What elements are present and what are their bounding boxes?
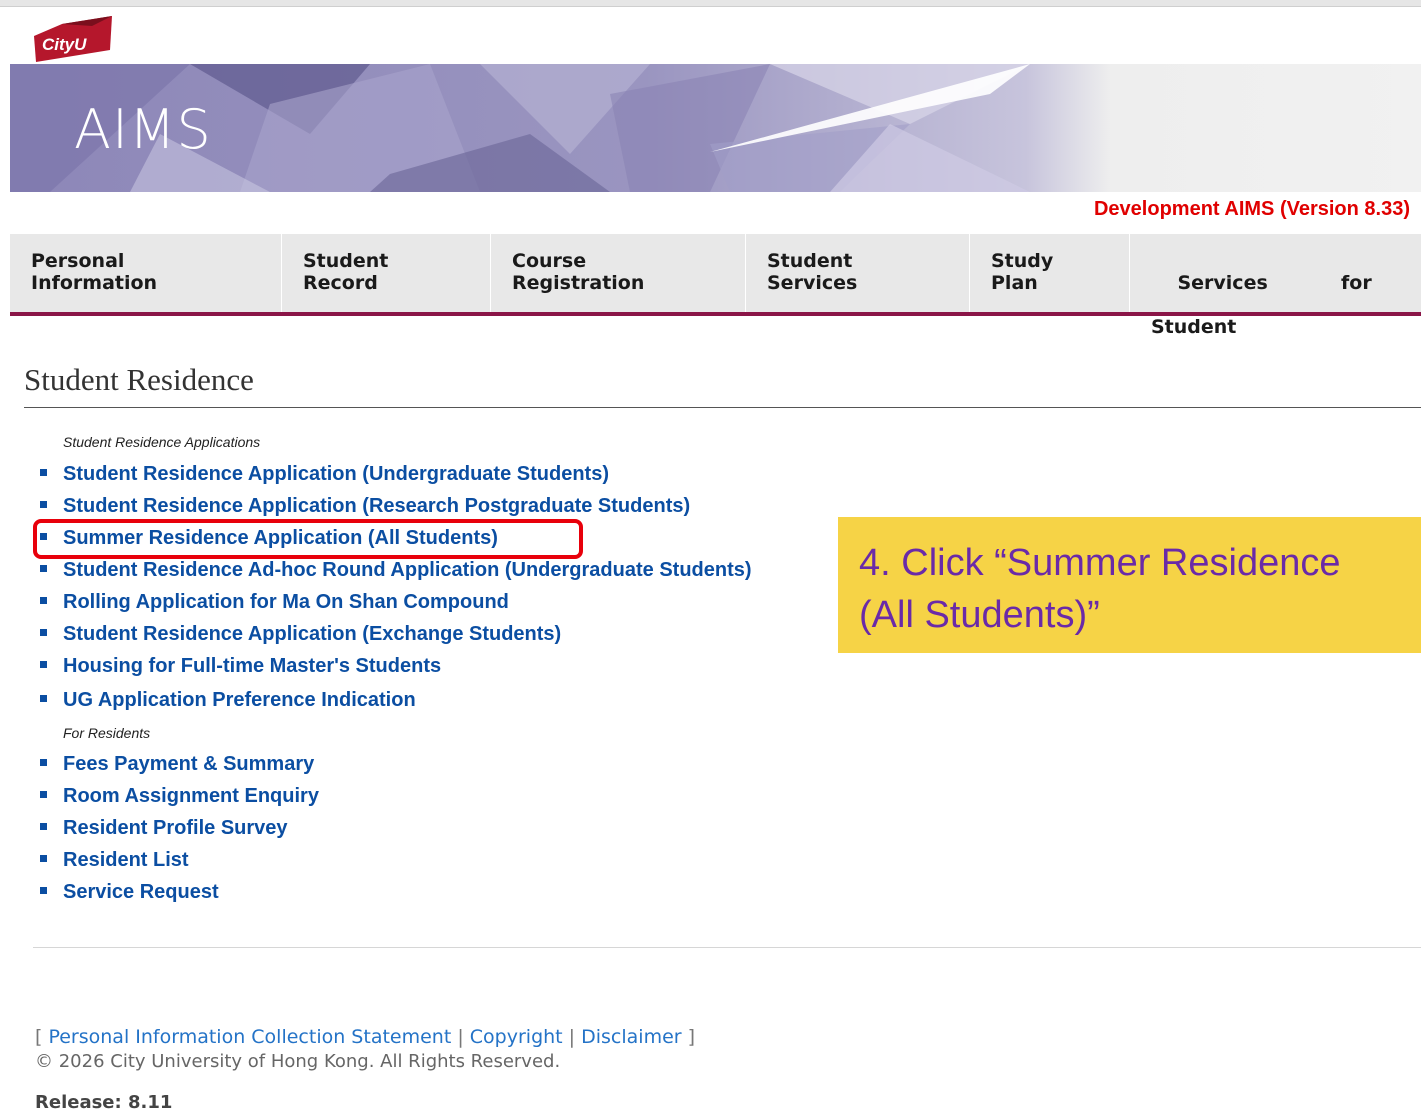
bullet-icon — [40, 759, 47, 767]
nav-label-line1: Student — [303, 250, 389, 272]
footer-separator: | — [562, 1026, 582, 1048]
nav-label-line2: Services — [767, 272, 858, 294]
aims-banner: AIMS — [10, 64, 1421, 192]
link-ma-on-shan[interactable]: Rolling Application for Ma On Shan Compo… — [40, 591, 509, 615]
link-resident-list[interactable]: Resident List — [40, 849, 189, 873]
highlight-box — [33, 519, 583, 559]
dev-version-label: Development AIMS (Version 8.33) — [1093, 198, 1410, 220]
link-label: Service Request — [63, 881, 219, 903]
bullet-icon — [40, 887, 47, 895]
link-residence-research-postgraduate[interactable]: Student Residence Application (Research … — [40, 495, 690, 519]
nav-study-plan[interactable]: Study Plan — [970, 234, 1130, 312]
link-label: Student Residence Application (Research … — [63, 495, 691, 517]
nav-student-services[interactable]: Student Services — [746, 234, 970, 312]
release-text: Release: 8.11 — [35, 1092, 173, 1113]
section-label-residents: For Residents — [63, 725, 151, 741]
banner-graphic — [10, 64, 1421, 192]
link-label: Student Residence Application (Exchange … — [63, 623, 562, 645]
instruction-callout: 4. Click “Summer Residence (All Students… — [838, 517, 1421, 653]
nav-student-record[interactable]: Student Record — [282, 234, 491, 312]
bullet-icon — [40, 629, 47, 637]
link-residence-undergraduate[interactable]: Student Residence Application (Undergrad… — [40, 463, 609, 487]
nav-services-for-new-student[interactable]: Services for New Student — [1130, 234, 1421, 338]
bullet-icon — [40, 565, 47, 573]
nav-label-line1: Course — [512, 250, 587, 272]
link-label: Student Residence Ad-hoc Round Applicati… — [63, 559, 752, 581]
cityu-logo[interactable]: CityU — [32, 16, 112, 62]
link-label: Resident Profile Survey — [63, 817, 288, 839]
banner-title: AIMS — [74, 98, 212, 161]
link-exchange-students[interactable]: Student Residence Application (Exchange … — [40, 623, 561, 647]
link-resident-profile-survey[interactable]: Resident Profile Survey — [40, 817, 288, 841]
section-label-applications: Student Residence Applications — [63, 434, 261, 450]
link-label: Resident List — [63, 849, 189, 871]
page-title: Student Residence — [24, 362, 254, 397]
link-ug-preference[interactable]: UG Application Preference Indication — [40, 689, 416, 713]
footer-link-pics[interactable]: Personal Information Collection Statemen… — [48, 1026, 451, 1048]
footer-divider — [33, 947, 1421, 948]
nav-label-line2: Record — [303, 272, 378, 294]
link-masters-housing[interactable]: Housing for Full-time Master's Students — [40, 655, 441, 679]
nav-label-line1: Student — [767, 250, 853, 272]
link-label: Room Assignment Enquiry — [63, 785, 319, 807]
callout-line1: 4. Click “Summer Residence — [859, 542, 1341, 584]
title-divider — [24, 407, 1421, 408]
link-label: Housing for Full-time Master's Students — [63, 655, 442, 677]
link-room-assignment[interactable]: Room Assignment Enquiry — [40, 785, 319, 809]
nav-label-line1: Services for New — [1177, 272, 1372, 294]
link-label: Fees Payment & Summary — [63, 753, 315, 775]
link-label: Student Residence Application (Undergrad… — [63, 463, 609, 485]
footer-bracket-close: ] — [681, 1026, 696, 1048]
bullet-icon — [40, 855, 47, 863]
link-adhoc-round[interactable]: Student Residence Ad-hoc Round Applicati… — [40, 559, 752, 583]
logo-text: CityU — [42, 35, 87, 54]
footer-separator: | — [451, 1026, 470, 1048]
callout-line2: (All Students)” — [859, 594, 1100, 636]
footer-links: [ Personal Information Collection Statem… — [35, 1026, 695, 1048]
footer-link-copyright[interactable]: Copyright — [470, 1026, 563, 1048]
nav-label-line2: Plan — [991, 272, 1038, 294]
bullet-icon — [40, 501, 47, 509]
bullet-icon — [40, 597, 47, 605]
nav-course-registration[interactable]: Course Registration — [491, 234, 746, 312]
bullet-icon — [40, 695, 47, 703]
footer-link-disclaimer[interactable]: Disclaimer — [581, 1026, 681, 1048]
footer-bracket-open: [ — [35, 1026, 49, 1048]
main-nav: Personal Information Student Record Cour… — [10, 234, 1421, 338]
top-border — [0, 0, 1421, 7]
nav-label-line1: Personal — [31, 250, 125, 272]
bullet-icon — [40, 469, 47, 477]
nav-label-line1: Study — [991, 250, 1054, 272]
bullet-icon — [40, 661, 47, 669]
copyright-text: © 2026 City University of Hong Kong. All… — [35, 1051, 561, 1072]
link-label: Rolling Application for Ma On Shan Compo… — [63, 591, 509, 613]
bullet-icon — [40, 791, 47, 799]
nav-personal-information[interactable]: Personal Information — [10, 234, 282, 312]
link-service-request[interactable]: Service Request — [40, 881, 219, 905]
bullet-icon — [40, 823, 47, 831]
nav-label-line2: Student — [1151, 316, 1237, 338]
link-label: UG Application Preference Indication — [63, 689, 416, 711]
nav-label-line2: Information — [31, 272, 158, 294]
nav-label-line2: Registration — [512, 272, 645, 294]
link-fees-payment[interactable]: Fees Payment & Summary — [40, 753, 314, 777]
